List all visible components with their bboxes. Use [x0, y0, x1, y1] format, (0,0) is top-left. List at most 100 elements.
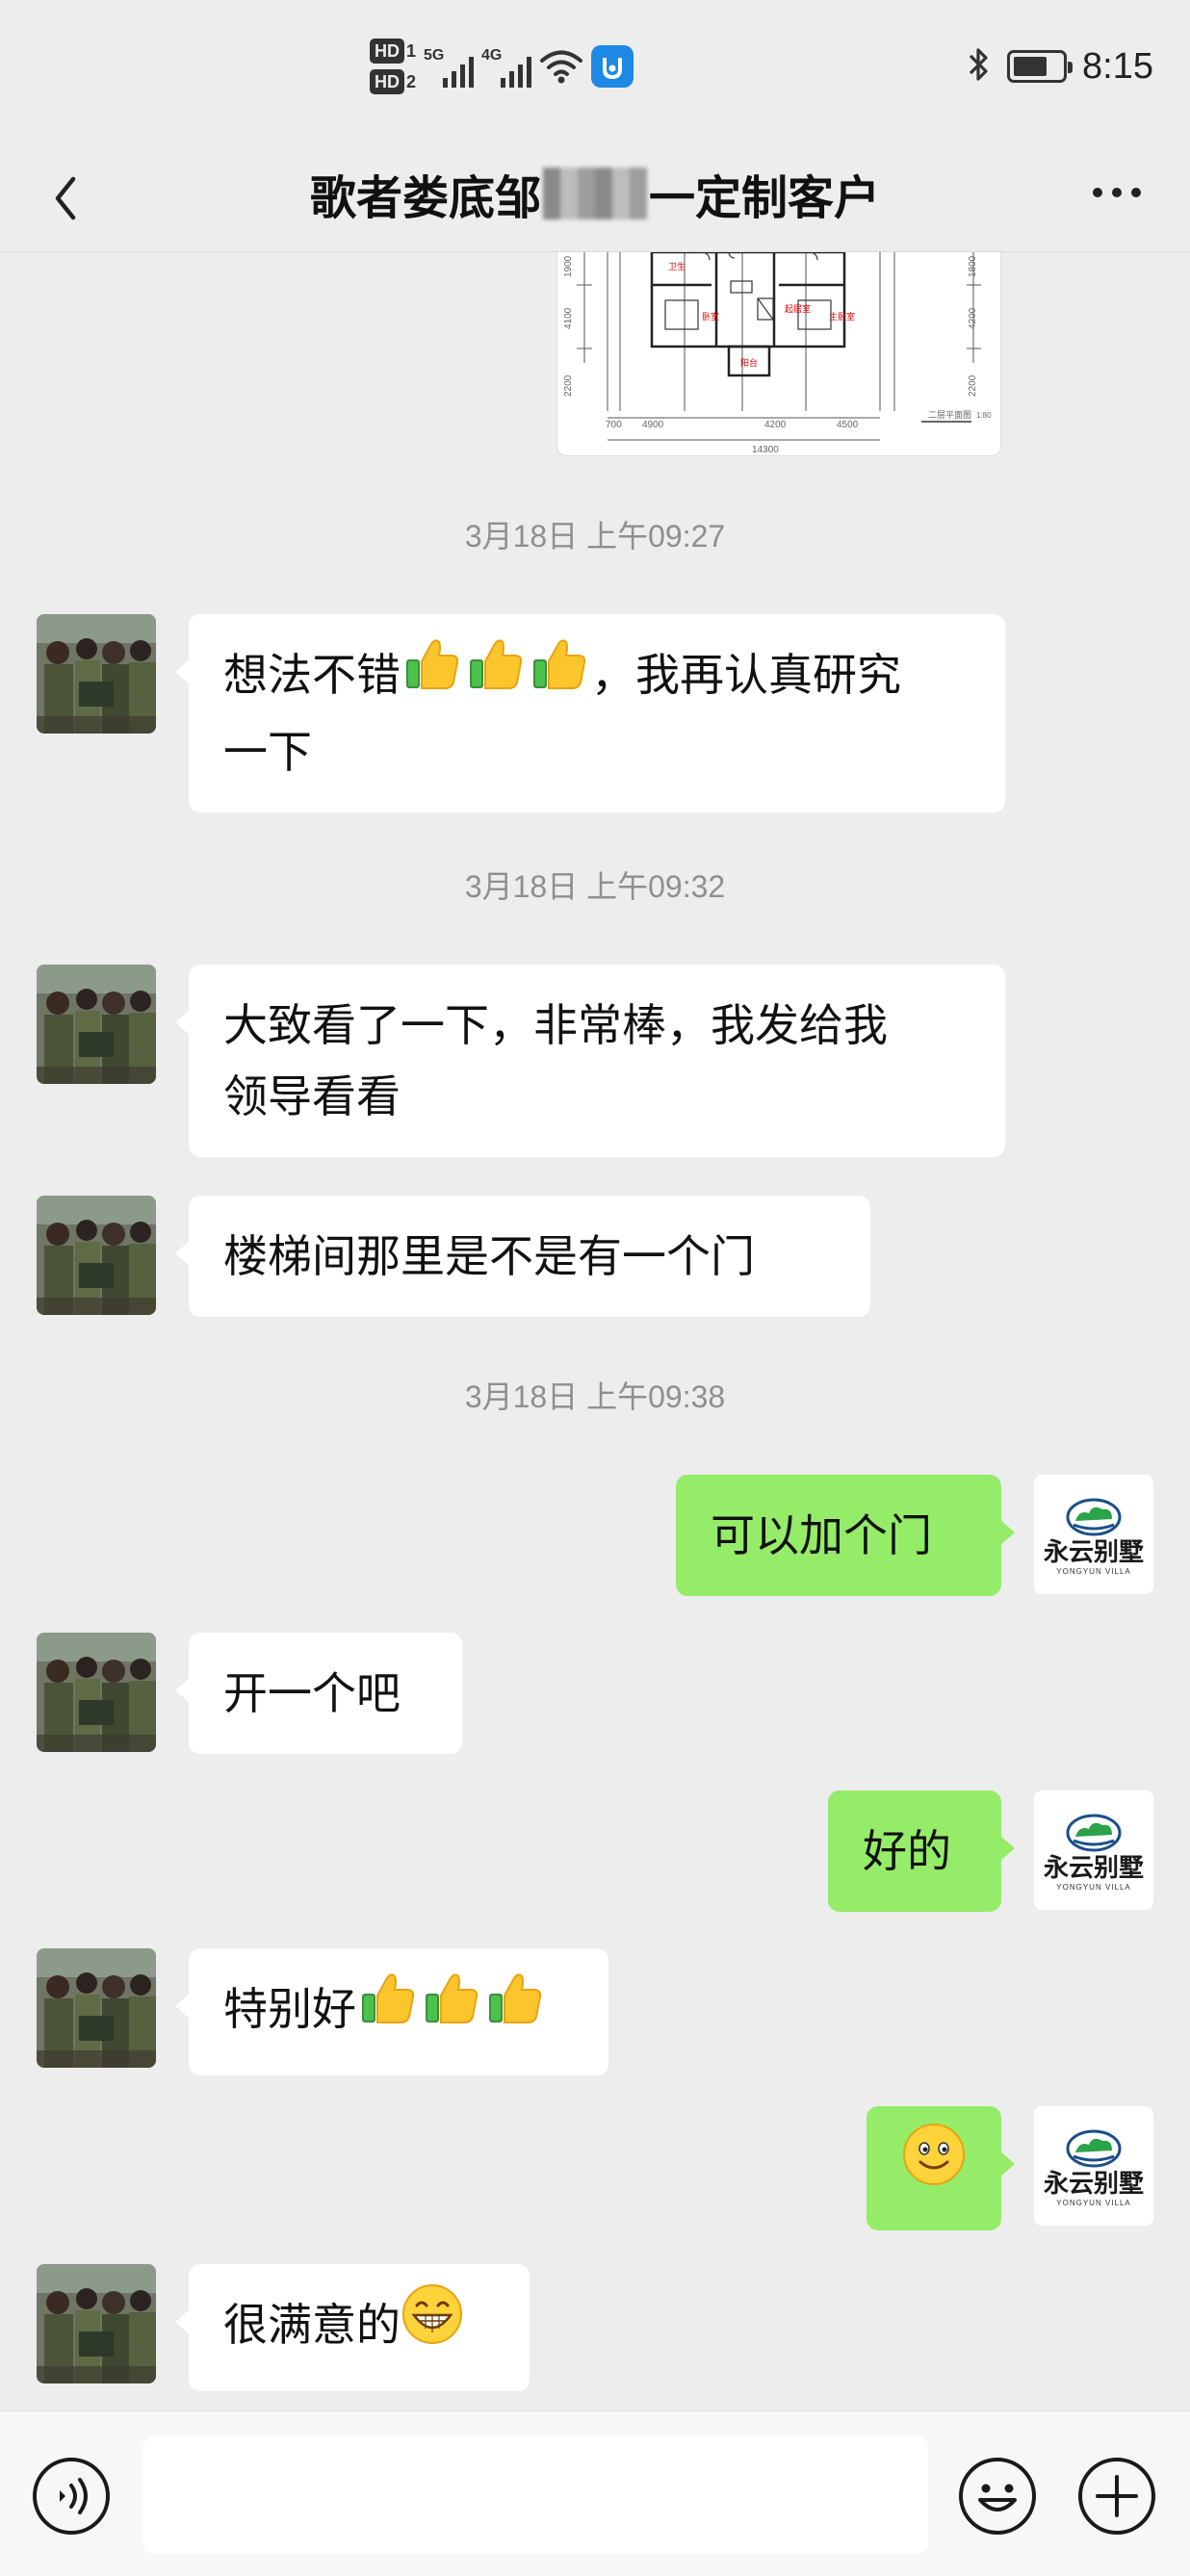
received-message[interactable]: 楼梯间那里是不是有一个门 [175, 1196, 870, 1317]
group-photo [37, 614, 156, 734]
thumbs-up-icon [401, 632, 464, 716]
chat-header: 歌者娄底邹 一定制客户 [0, 135, 1190, 252]
plan-dim-label: 4900 [642, 420, 664, 430]
more-actions-button[interactable] [1076, 2456, 1157, 2537]
brand-logo: 永云别墅 YONGYUN VILLA [1034, 2106, 1153, 2226]
plus-icon [1078, 2458, 1155, 2535]
timestamp: 3月18日 上午09:27 [464, 519, 726, 554]
brand-name: 永云别墅 [1043, 2169, 1144, 2199]
brand-subtitle: YONGYUN VILLA [1056, 2198, 1131, 2207]
sent-message[interactable]: 可以加个门 [676, 1475, 1015, 1596]
more-options-button[interactable] [1078, 154, 1155, 231]
hd-sub-label: 1 [406, 40, 417, 61]
cloud-logo-icon [1066, 2129, 1122, 2167]
hd-label: HD [370, 39, 404, 64]
wifi-icon [539, 48, 583, 85]
more-dot-icon [1093, 188, 1102, 197]
brand-name: 永云别墅 [1043, 1853, 1144, 1883]
chat-title-prefix: 歌者娄底邹 [309, 171, 541, 225]
message-text: 一下 [223, 726, 312, 778]
plan-dim-label: 1900 [563, 255, 574, 277]
voice-icon [33, 2458, 110, 2535]
group-photo [37, 1948, 156, 2068]
received-message[interactable]: 大致看了一下，非常棒，我发给我 领导看看 [175, 965, 1005, 1157]
sent-message[interactable] [867, 2106, 1015, 2230]
my-avatar[interactable]: 永云别墅 YONGYUN VILLA [1034, 2106, 1153, 2226]
group-photo [37, 965, 156, 1084]
avatar[interactable] [37, 1948, 156, 2068]
floor-plan-image-message[interactable]: 1900 4100 2200 1800 4200 2200 700 4900 4… [556, 252, 1001, 456]
back-arrow-icon [55, 176, 76, 220]
message-text: 大致看了一下，非常棒，我发给我 [223, 999, 888, 1051]
received-message[interactable]: 想法不错 ，我再认真研究一下 [175, 614, 1005, 812]
plan-room-label: 阳台 [740, 357, 758, 369]
network-type-label: 5G [424, 47, 445, 64]
network-type-label: 4G [481, 47, 503, 64]
plan-room-label: 卫生 [668, 261, 686, 272]
thumbs-up-icon [464, 632, 528, 716]
avatar[interactable] [37, 2264, 156, 2383]
hd-label: HD [370, 69, 404, 94]
plan-caption: 二层平面图 [928, 410, 971, 420]
battery-icon [1007, 50, 1074, 83]
chat-title: 歌者娄底邹 一定制客户 [144, 135, 1046, 252]
message-list[interactable]: 1900 4100 2200 1800 4200 2200 700 4900 4… [0, 252, 1190, 2410]
message-text: 特别好 [223, 1983, 356, 2035]
hd-sub-label: 2 [406, 71, 417, 91]
thumbs-up-icon [420, 1967, 483, 2050]
thumbs-up-icon [528, 632, 591, 716]
clock: 8:15 [1082, 45, 1153, 87]
group-photo [37, 1196, 156, 1315]
plan-scale: 1:80 [976, 411, 992, 420]
plan-dim-label: 2200 [563, 374, 574, 397]
message-text: 可以加个门 [711, 1509, 932, 1561]
received-message[interactable]: 特别好 [175, 1948, 608, 2075]
emoji-button[interactable] [957, 2456, 1038, 2537]
plan-dim-label: 4500 [837, 420, 859, 430]
plan-room-label: 起居室 [785, 303, 811, 315]
my-avatar[interactable]: 永云别墅 YONGYUN VILLA [1034, 1790, 1153, 1910]
message-text: ，我再认真研究 [591, 649, 901, 701]
message-text: 好的 [863, 1825, 951, 1877]
my-avatar[interactable]: 永云别墅 YONGYUN VILLA [1034, 1475, 1153, 1594]
received-message[interactable]: 很满意的 [175, 2264, 530, 2391]
chat-title-suffix: 一定制客户 [649, 171, 881, 225]
more-dot-icon [1131, 188, 1141, 197]
brand-subtitle: YONGYUN VILLA [1056, 1882, 1131, 1892]
avatar[interactable] [37, 1196, 156, 1315]
more-dot-icon [1112, 188, 1122, 197]
plan-dim-label: 4100 [563, 307, 574, 329]
status-bar: HD 1 HD 2 5G 4G 8:15 [0, 0, 1190, 135]
brand-logo: 永云别墅 YONGYUN VILLA [1034, 1475, 1153, 1594]
input-bar [0, 2410, 1190, 2576]
brand-logo: 永云别墅 YONGYUN VILLA [1034, 1790, 1153, 1910]
avatar[interactable] [37, 614, 156, 734]
message-input[interactable] [142, 2436, 928, 2554]
voice-input-button[interactable] [31, 2456, 112, 2537]
plan-total-width: 14300 [752, 445, 779, 455]
avatar[interactable] [37, 1633, 156, 1752]
plan-dim-label: 4200 [764, 420, 787, 430]
signal-icon: 5G [424, 45, 475, 88]
plan-dim-label: 700 [606, 420, 622, 430]
back-button[interactable] [35, 154, 112, 231]
sent-message[interactable]: 好的 [828, 1790, 1015, 1912]
status-right: 8:15 [967, 33, 1153, 100]
floor-plan-drawing: 1900 4100 2200 1800 4200 2200 700 4900 4… [563, 252, 992, 455]
bluetooth-icon [967, 45, 992, 88]
hd-icon: HD 1 HD 2 [370, 39, 416, 94]
group-photo [37, 2264, 156, 2383]
received-message[interactable]: 开一个吧 [175, 1633, 462, 1754]
cloud-logo-icon [1066, 1498, 1122, 1535]
signal-icon: 4G [481, 45, 532, 88]
timestamp: 3月18日 上午09:32 [464, 869, 726, 904]
message-text: 楼梯间那里是不是有一个门 [223, 1230, 755, 1282]
plan-dim-label: 1800 [968, 255, 978, 277]
brand-name: 永云别墅 [1043, 1537, 1144, 1567]
message-text: 很满意的 [223, 2299, 401, 2351]
plan-dim-label: 4200 [968, 307, 978, 329]
message-text: 想法不错 [223, 649, 401, 701]
thumbs-up-icon [483, 1967, 547, 2050]
emoji-icon [959, 2458, 1036, 2535]
avatar[interactable] [37, 965, 156, 1084]
